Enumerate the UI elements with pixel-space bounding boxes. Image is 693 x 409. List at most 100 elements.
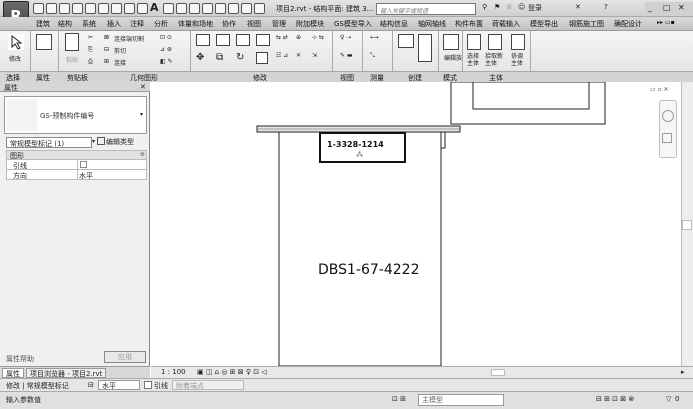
pick-host-icon[interactable] xyxy=(488,34,502,50)
create-group-icon[interactable] xyxy=(398,34,414,48)
tab-insert[interactable]: 插入 xyxy=(107,19,121,29)
pin-icon[interactable]: ⊕ xyxy=(296,34,301,41)
thin-lines-icon[interactable] xyxy=(189,3,200,14)
chevron-down-icon[interactable]: ▾ xyxy=(92,138,95,145)
tab-rebar[interactable]: 钢筋施工图 xyxy=(569,19,604,29)
customize-icon[interactable] xyxy=(254,3,265,14)
view-controls-icon[interactable]: ▣ ◫ ⌂ ◎ ⊞ ⊠ ♀ ⊡ ◁ xyxy=(197,368,267,376)
property-row-leader[interactable]: 引线 xyxy=(6,160,147,170)
tab-project-browser[interactable]: 项目浏览器 - 项目2.rvt xyxy=(26,368,107,378)
move-icon[interactable]: ✥ xyxy=(196,52,204,63)
tile-icon[interactable] xyxy=(241,3,252,14)
view-scale[interactable]: 1 : 100 xyxy=(161,368,186,376)
section-graphics[interactable]: 图形 xyxy=(6,150,147,160)
copy-element-icon[interactable]: ⧉ xyxy=(216,52,223,63)
select-host-button[interactable]: 选择主体 xyxy=(467,53,481,67)
paste-icon[interactable] xyxy=(65,33,79,51)
measure-tool-icon[interactable]: ⟷ xyxy=(370,34,379,41)
subscription-icon[interactable]: ⚑ xyxy=(494,3,500,11)
tab-loads[interactable]: 荷载输入 xyxy=(492,19,520,29)
help-icon[interactable]: ? xyxy=(604,3,608,11)
tab-export[interactable]: 模型导出 xyxy=(530,19,558,29)
pick-new-host-button[interactable]: 拾取新主体 xyxy=(485,53,507,67)
search-input[interactable]: 键入关键字或短语 xyxy=(376,3,476,15)
copy-icon[interactable]: ⎘ xyxy=(88,46,93,54)
redo-icon[interactable] xyxy=(85,3,96,14)
property-value[interactable]: 水平 xyxy=(79,171,93,181)
tab-view[interactable]: 视图 xyxy=(247,19,261,29)
tab-structure[interactable]: 结构 xyxy=(58,19,72,29)
modify-button[interactable]: 修改 xyxy=(9,54,21,63)
instance-filter-select[interactable]: 常规模型标记 (1) xyxy=(6,137,92,148)
unpin-icon[interactable]: ⇲ xyxy=(312,52,317,59)
tab-addins[interactable]: 附加模块 xyxy=(296,19,324,29)
tab-systems[interactable]: 系统 xyxy=(82,19,96,29)
view-tools-icon[interactable]: ♀ ⇢ xyxy=(340,34,351,41)
cut-button[interactable]: 剪切 xyxy=(114,46,126,55)
array-icon[interactable]: ☷ ⊿ xyxy=(276,52,288,59)
worksets-icon[interactable]: ⊡ ⊞ xyxy=(392,395,406,403)
close-windows-icon[interactable] xyxy=(202,3,213,14)
geometry-tools-icon[interactable]: ⊡ ⊙ xyxy=(160,34,172,41)
tab-structure-info[interactable]: 结构信息 xyxy=(380,19,408,29)
user-icon[interactable]: ☺ xyxy=(518,3,525,11)
close-icon[interactable]: ✕ xyxy=(140,83,146,91)
properties-help-link[interactable]: 属性帮助 xyxy=(6,354,34,364)
tab-architecture[interactable]: 建筑 xyxy=(36,19,50,29)
drawing-canvas[interactable] xyxy=(151,82,681,366)
cut-x-icon[interactable]: ✂ xyxy=(88,34,93,41)
tab-massing[interactable]: 体量和场地 xyxy=(178,19,213,29)
edit-type-icon[interactable] xyxy=(97,137,105,145)
binoculars-icon[interactable]: ⚲ xyxy=(482,3,487,11)
tab-manage[interactable]: 管理 xyxy=(272,19,286,29)
orientation-select[interactable]: 水平 xyxy=(98,380,140,390)
select-host-icon[interactable] xyxy=(467,34,481,50)
tab-overflow-icon[interactable]: ▸▸ ▭▪ xyxy=(657,19,675,26)
delete-icon[interactable]: ✕ xyxy=(296,52,301,59)
navigation-bar[interactable] xyxy=(659,100,677,158)
view-window-controls-icon[interactable]: ▭ ▫ ✕ xyxy=(650,86,669,93)
scroll-thumb[interactable] xyxy=(682,220,692,230)
split-icon[interactable]: ⇆ ⇄ xyxy=(276,34,288,41)
edit-type-button[interactable]: 编辑类型 xyxy=(106,137,134,147)
paint-icon[interactable]: ⊿ ⊛ xyxy=(160,46,172,53)
tab-components[interactable]: 构件布置 xyxy=(455,19,483,29)
maximize-icon[interactable]: □ xyxy=(663,3,671,12)
3d-view-icon[interactable] xyxy=(163,3,174,14)
save-icon[interactable] xyxy=(59,3,70,14)
mirror-axis-icon[interactable] xyxy=(236,34,250,46)
scroll-right-icon[interactable]: ▸ xyxy=(681,368,685,376)
tab-gs-import[interactable]: GS模型导入 xyxy=(334,19,372,29)
tab-annotate[interactable]: 注释 xyxy=(130,19,144,29)
rotate-icon[interactable]: ↻ xyxy=(236,52,244,63)
chevron-down-icon[interactable]: ▾ xyxy=(140,111,143,118)
override-icon[interactable]: ✎ ▬ xyxy=(340,52,353,59)
scale-icon[interactable]: ⊹ ⇆ xyxy=(312,34,324,41)
cursor-icon[interactable] xyxy=(8,34,24,50)
filter-icon[interactable]: ▽ xyxy=(666,395,671,403)
edit-family-icon[interactable] xyxy=(443,34,459,50)
join-icon[interactable]: ⊞ xyxy=(104,58,109,65)
section-icon[interactable] xyxy=(176,3,187,14)
properties-icon[interactable] xyxy=(36,34,52,50)
horizontal-scroll-thumb[interactable] xyxy=(491,369,505,376)
minimize-icon[interactable]: _ xyxy=(648,3,652,12)
collapse-icon[interactable]: ≎ xyxy=(140,151,145,158)
join-button[interactable]: 连接 xyxy=(114,58,126,67)
coordinate-host-button[interactable]: 协调主体 xyxy=(511,53,525,67)
split-face-icon[interactable]: ◧ ✎ xyxy=(160,58,173,65)
new-icon[interactable] xyxy=(46,3,57,14)
selection-filters-icon[interactable]: ⊟ ⊞ ⊡ ⊠ ⊗ xyxy=(596,395,634,403)
login-button[interactable]: 登录 xyxy=(528,3,542,13)
tag-icon[interactable] xyxy=(137,3,148,14)
create-similar-icon[interactable] xyxy=(418,34,432,62)
tab-properties[interactable]: 属性 xyxy=(2,368,24,378)
tab-grid[interactable]: 轴网轴线 xyxy=(418,19,446,29)
match-icon[interactable]: ⎙ xyxy=(88,58,93,66)
close-icon[interactable]: ✕ xyxy=(678,3,685,12)
property-row-orientation[interactable]: 方向 水平 xyxy=(6,170,147,180)
offset-icon[interactable] xyxy=(216,34,230,46)
settings-icon[interactable] xyxy=(228,3,239,14)
align-icon[interactable] xyxy=(196,34,210,46)
paste-button[interactable]: 粘贴 xyxy=(66,55,78,64)
